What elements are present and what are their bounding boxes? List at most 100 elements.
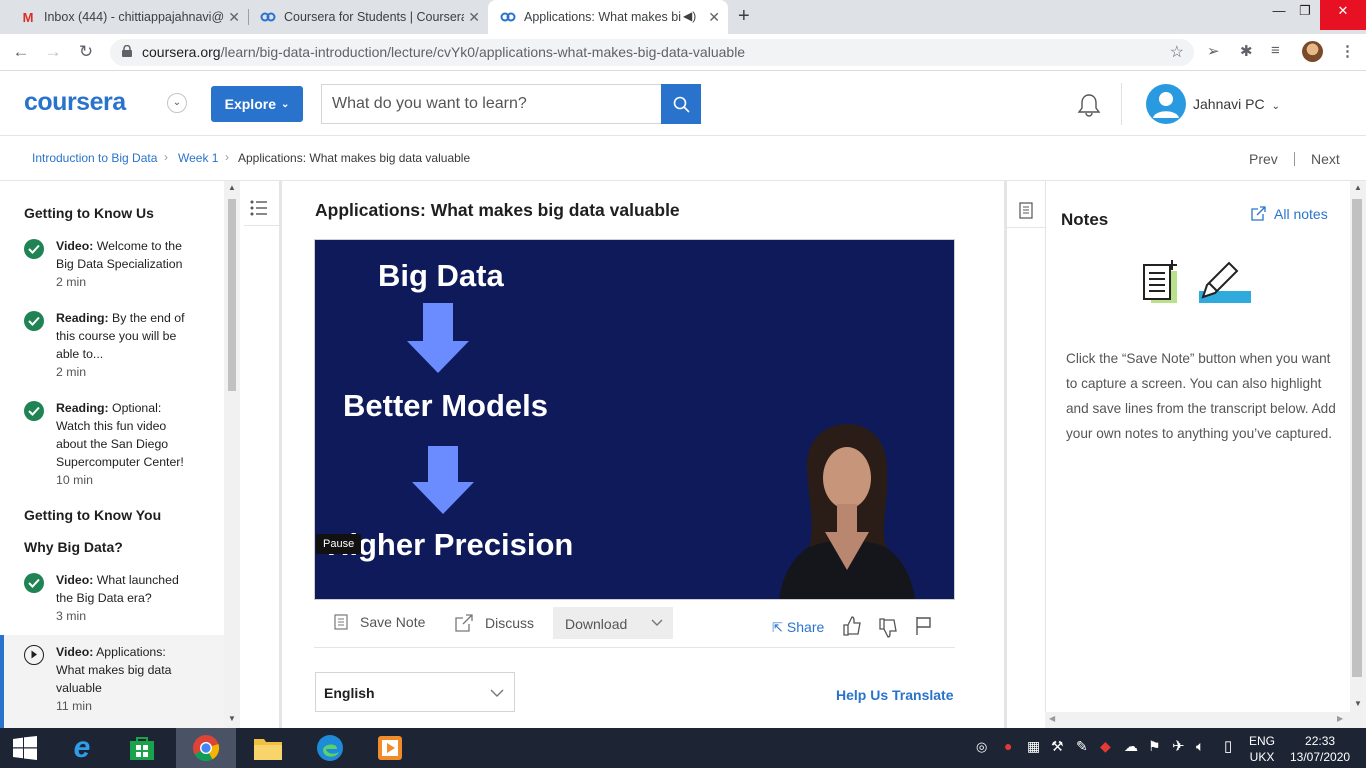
audio-playing-icon[interactable]: ◀)	[683, 9, 696, 23]
browser-tab-strip: M Inbox (444) - chittiappajahnavi@ ✕ Cou…	[0, 0, 1366, 34]
forward-arrow-icon[interactable]: →	[43, 42, 63, 62]
completed-check-icon	[24, 239, 44, 259]
course-outline-sidebar: Getting to Know Us Video: Welcome to the…	[0, 181, 224, 728]
share-icon: ⇱	[772, 620, 783, 635]
close-tab-icon[interactable]: ✕	[708, 9, 720, 26]
close-tab-icon[interactable]: ✕	[468, 9, 480, 26]
breadcrumb-week[interactable]: Week 1	[178, 151, 218, 165]
section-heading[interactable]: Getting to Know You	[24, 507, 161, 523]
taskbar-store[interactable]	[112, 728, 172, 768]
breadcrumb-current: Applications: What makes big data valuab…	[238, 151, 471, 165]
taskbar-edge[interactable]	[300, 728, 360, 768]
search-button[interactable]	[661, 84, 701, 124]
share-button[interactable]: ⇱ Share	[772, 619, 824, 636]
item-duration: 11 min	[56, 699, 92, 713]
video-player[interactable]: Big Data Better Models Higher Precision	[314, 239, 955, 600]
save-note-button[interactable]: Save Note	[334, 613, 425, 630]
reload-icon[interactable]: ↻	[76, 42, 96, 62]
notification-bell-icon[interactable]	[1076, 93, 1102, 117]
breadcrumb-course[interactable]: Introduction to Big Data	[32, 151, 157, 165]
download-dropdown[interactable]: Download	[553, 607, 673, 639]
tray-flag-icon[interactable]: ⚑	[1148, 738, 1161, 755]
close-tab-icon[interactable]: ✕	[228, 9, 240, 26]
explore-button[interactable]: Explore ⌄	[211, 86, 303, 122]
thumbs-down-icon[interactable]	[878, 618, 898, 638]
folder-icon	[254, 739, 282, 760]
notes-scroll-thumb[interactable]	[1352, 199, 1362, 677]
scroll-up-icon[interactable]: ▲	[1354, 183, 1362, 192]
coursera-logo[interactable]: coursera	[24, 88, 126, 117]
scroll-right-icon[interactable]: ▶	[1337, 714, 1343, 723]
item-duration: 2 min	[56, 275, 87, 289]
language-select[interactable]: English	[315, 672, 515, 712]
bookmark-star-icon[interactable]: ☆	[1170, 42, 1184, 62]
pause-tooltip: Pause	[316, 534, 362, 554]
extensions-puzzle-icon[interactable]: ✱	[1240, 42, 1253, 60]
url-path: /learn/big-data-introduction/lecture/cvY…	[220, 44, 746, 60]
outline-list-icon[interactable]	[244, 190, 280, 226]
taskbar-file-explorer[interactable]	[238, 728, 298, 768]
flag-icon[interactable]	[915, 616, 933, 636]
item-type: Video:	[56, 573, 94, 587]
all-notes-link[interactable]: All notes	[1251, 206, 1328, 222]
new-tab-button[interactable]: +	[738, 5, 750, 28]
item-label: Reading: By the end of this course you w…	[56, 309, 196, 363]
highlighter-illustration-icon	[1199, 261, 1251, 303]
horizontal-scrollbar[interactable]: ◀ ▶	[1045, 712, 1350, 728]
thumbs-up-icon[interactable]	[842, 616, 862, 636]
tab-coursera-students[interactable]: Coursera for Students | Coursera ✕	[248, 0, 488, 34]
search-input[interactable]	[321, 84, 661, 124]
taskbar-media-player[interactable]	[360, 728, 420, 768]
back-arrow-icon[interactable]: ←	[11, 42, 31, 62]
taskbar-ie[interactable]: e	[52, 728, 112, 768]
user-menu[interactable]: Jahnavi PC ⌄	[1193, 96, 1280, 112]
tray-volume-icon[interactable]: 🔈︎	[1196, 738, 1204, 755]
tray-airplane-icon[interactable]: ✈	[1172, 737, 1185, 755]
language-indicator[interactable]: ENG UKX	[1249, 733, 1275, 765]
help-us-translate-link[interactable]: Help Us Translate	[836, 687, 954, 703]
notes-title: Notes	[1061, 210, 1109, 229]
sidebar-scroll-thumb[interactable]	[228, 199, 236, 391]
scroll-down-icon[interactable]: ▼	[228, 714, 236, 723]
discuss-button[interactable]: Discuss	[455, 614, 534, 632]
tab-title: Coursera for Students | Coursera	[284, 10, 464, 24]
scroll-up-icon[interactable]: ▲	[228, 183, 236, 192]
completed-check-icon	[24, 401, 44, 421]
tray-utility-icon[interactable]: ✎	[1076, 738, 1088, 755]
outline-toggle-pane	[240, 181, 282, 728]
scroll-left-icon[interactable]: ◀	[1049, 714, 1055, 723]
note-icon	[334, 614, 348, 630]
tray-antivirus-icon[interactable]: ●	[1004, 738, 1012, 754]
profile-avatar[interactable]	[1302, 41, 1323, 62]
tray-app-icon[interactable]: ▦	[1027, 738, 1040, 755]
tab-applications-lecture[interactable]: Applications: What makes bi ◀) ✕	[488, 0, 728, 34]
item-duration: 10 min	[56, 473, 93, 487]
tray-tool-icon[interactable]: ⚒	[1051, 738, 1064, 755]
scroll-down-icon[interactable]: ▼	[1354, 699, 1362, 708]
url-bar[interactable]: coursera.org/learn/big-data-introduction…	[110, 39, 1194, 66]
prev-button[interactable]: Prev	[1249, 151, 1278, 167]
list-item-current[interactable]: Video: Applications: What makes big data…	[0, 635, 224, 728]
all-notes-label: All notes	[1274, 206, 1328, 222]
tray-battery-icon[interactable]: ▯	[1224, 737, 1232, 755]
next-button[interactable]: Next	[1311, 151, 1340, 167]
tab-gmail[interactable]: M Inbox (444) - chittiappajahnavi@ ✕	[8, 0, 248, 34]
user-avatar[interactable]	[1146, 84, 1186, 124]
tray-cloud-icon[interactable]: ☁	[1124, 738, 1138, 755]
download-label: Download	[565, 616, 628, 632]
close-window-button[interactable]: ✕	[1320, 0, 1366, 30]
lock-icon[interactable]	[122, 45, 132, 57]
start-button[interactable]	[0, 728, 50, 768]
menu-dots-icon[interactable]: ⋮	[1340, 42, 1355, 60]
notes-toggle[interactable]	[1007, 190, 1045, 228]
send-icon[interactable]: ➢	[1207, 42, 1220, 60]
chevron-down-icon	[651, 619, 663, 626]
save-note-label: Save Note	[360, 613, 426, 630]
media-queue-icon[interactable]: ≡	[1271, 42, 1280, 59]
system-clock[interactable]: 22:33 13/07/2020	[1290, 733, 1350, 765]
tray-network-icon[interactable]: ◎	[976, 739, 987, 755]
tray-security-icon[interactable]: ◆	[1100, 738, 1111, 755]
down-arrow-icon	[412, 446, 474, 514]
chevron-down-icon[interactable]: ⌄	[167, 93, 187, 113]
taskbar-chrome[interactable]	[176, 728, 236, 768]
